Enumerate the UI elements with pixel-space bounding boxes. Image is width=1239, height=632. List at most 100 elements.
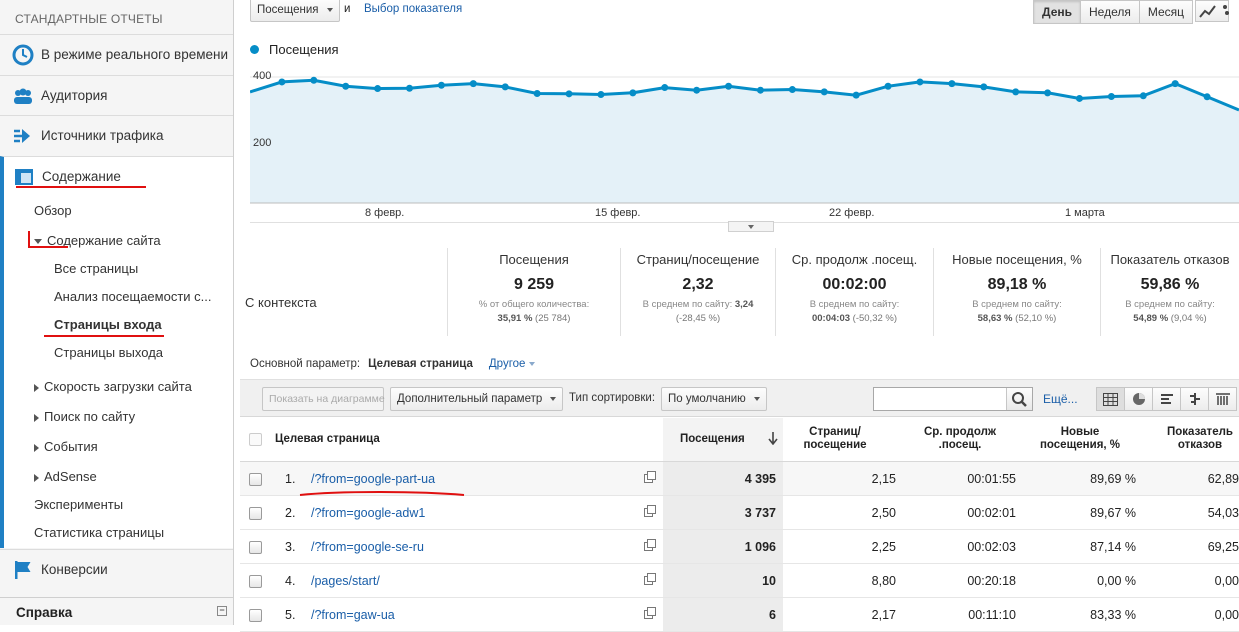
sidebar-item-landing-pages[interactable]: Страницы входа [54, 317, 162, 332]
landing-page-link[interactable]: /pages/start/ [311, 574, 380, 588]
select-all-checkbox[interactable] [249, 433, 262, 446]
secondary-dimension-select[interactable]: Дополнительный параметр [390, 387, 563, 411]
primary-dimension-other[interactable]: Другое [489, 358, 536, 370]
period-month-button[interactable]: Месяц [1138, 0, 1194, 24]
data-point[interactable] [501, 83, 509, 91]
data-point[interactable] [820, 88, 828, 96]
sidebar-item-conversions[interactable]: Конверсии [0, 549, 233, 589]
data-point[interactable] [469, 80, 477, 88]
table-row[interactable]: 5. /?from=gaw-ua 6 2,17 00:11:10 83,33 %… [240, 598, 1239, 632]
data-point[interactable] [1107, 92, 1115, 100]
data-point[interactable] [1044, 89, 1052, 97]
data-point[interactable] [342, 82, 350, 90]
row-number: 2. [285, 506, 296, 520]
sidebar-item-label: Скорость загрузки сайта [44, 379, 192, 394]
sort-desc-icon[interactable] [768, 432, 778, 445]
table-row[interactable]: 2. /?from=google-adw1 3 737 2,50 00:02:0… [240, 496, 1239, 530]
sidebar-item-overview[interactable]: Обзор [34, 203, 72, 218]
data-point[interactable] [597, 90, 605, 98]
data-point[interactable] [756, 86, 764, 94]
search-input[interactable] [877, 388, 1007, 410]
sidebar-item-content[interactable]: Содержание [0, 156, 233, 196]
data-point[interactable] [948, 80, 956, 88]
y-tick-label: 400 [253, 70, 272, 82]
scorecard-visits: Посещения 9 259 % от общего количества: … [447, 248, 620, 336]
period-day-button[interactable]: День [1033, 0, 1081, 24]
data-point[interactable] [1139, 92, 1147, 100]
sidebar-item-in-page[interactable]: Статистика страницы [34, 525, 164, 540]
sidebar-item-all-pages[interactable]: Все страницы [54, 261, 138, 276]
data-point[interactable] [1171, 80, 1179, 88]
search-button[interactable] [1006, 388, 1032, 410]
primary-dimension-current[interactable]: Целевая страница [368, 358, 473, 370]
data-point[interactable] [788, 86, 796, 94]
data-point[interactable] [661, 84, 669, 92]
view-performance-button[interactable] [1152, 387, 1181, 411]
row-checkbox[interactable] [249, 575, 262, 588]
open-page-icon[interactable] [644, 573, 656, 585]
sidebar-item-site-search[interactable]: Поиск по сайту [34, 409, 135, 424]
row-checkbox[interactable] [249, 609, 262, 622]
col-header-bounce-rate[interactable]: Показатель отказов [1160, 426, 1239, 452]
view-pie-button[interactable] [1124, 387, 1153, 411]
data-point[interactable] [693, 86, 701, 94]
chart-expand-handle[interactable] [728, 221, 774, 232]
sidebar-item-adsense[interactable]: AdSense [34, 469, 97, 484]
data-point[interactable] [374, 85, 382, 93]
table-row[interactable]: 4. /pages/start/ 10 8,80 00:20:18 0,00 %… [240, 564, 1239, 598]
open-page-icon[interactable] [644, 471, 656, 483]
view-pivot-button[interactable] [1208, 387, 1237, 411]
sidebar-item-exit-pages[interactable]: Страницы выхода [54, 345, 163, 360]
collapse-icon[interactable]: − [217, 606, 227, 616]
row-checkbox[interactable] [249, 507, 262, 520]
data-point[interactable] [565, 90, 573, 98]
data-point[interactable] [629, 89, 637, 97]
col-header-pages-per-visit[interactable]: Страниц/посещение [800, 426, 870, 452]
landing-page-link[interactable]: /?from=google-part-ua [311, 472, 435, 486]
data-point[interactable] [1203, 93, 1211, 101]
period-week-button[interactable]: Неделя [1080, 0, 1140, 24]
landing-page-link[interactable]: /?from=google-adw1 [311, 506, 425, 520]
table-row[interactable]: 3. /?from=google-se-ru 1 096 2,25 00:02:… [240, 530, 1239, 564]
sidebar-item-audience[interactable]: Аудитория [0, 75, 233, 115]
landing-page-link[interactable]: /?from=google-se-ru [311, 540, 424, 554]
col-header-avg-duration[interactable]: Ср. продолж .посещ. [920, 426, 1000, 452]
view-comparison-button[interactable] [1180, 387, 1209, 411]
sidebar-item-realtime[interactable]: В режиме реального времени [0, 34, 233, 74]
data-point[interactable] [1075, 94, 1083, 102]
help-section[interactable]: Справка − [0, 597, 233, 625]
sidebar-item-traffic[interactable]: Источники трафика [0, 115, 233, 155]
open-page-icon[interactable] [644, 505, 656, 517]
open-page-icon[interactable] [644, 607, 656, 619]
sidebar-item-content-drilldown[interactable]: Анализ посещаемости с... [54, 289, 212, 304]
data-point[interactable] [884, 82, 892, 90]
data-point[interactable] [980, 83, 988, 91]
col-header-page[interactable]: Целевая страница [275, 433, 380, 446]
data-point[interactable] [916, 78, 924, 86]
chart-type-button[interactable] [1195, 0, 1229, 22]
col-header-new-visits[interactable]: Новые посещения, % [1030, 426, 1130, 452]
metric-select[interactable]: Посещения [250, 0, 340, 22]
open-page-icon[interactable] [644, 539, 656, 551]
plot-rows-button[interactable]: Показать на диаграмме [262, 387, 385, 411]
row-checkbox[interactable] [249, 473, 262, 486]
data-point[interactable] [437, 81, 445, 89]
data-point[interactable] [725, 82, 733, 90]
data-point[interactable] [278, 78, 286, 86]
choose-metric-link[interactable]: Выбор показателя [364, 3, 462, 15]
col-header-visits[interactable]: Посещения [680, 433, 745, 446]
data-point[interactable] [310, 76, 318, 84]
advanced-filter-link[interactable]: Ещё... [1043, 392, 1078, 406]
data-point[interactable] [533, 90, 541, 97]
sidebar-item-experiments[interactable]: Эксперименты [34, 497, 123, 512]
sidebar-item-events[interactable]: События [34, 439, 98, 454]
table-row[interactable]: 1. /?from=google-part-ua 4 395 2,15 00:0… [240, 462, 1239, 496]
data-point[interactable] [406, 84, 414, 92]
sidebar-item-site-speed[interactable]: Скорость загрузки сайта [34, 379, 192, 394]
data-point[interactable] [1012, 88, 1020, 96]
view-data-button[interactable] [1096, 387, 1125, 411]
sort-type-select[interactable]: По умолчанию [661, 387, 767, 411]
data-point[interactable] [852, 91, 860, 99]
row-checkbox[interactable] [249, 541, 262, 554]
landing-page-link[interactable]: /?from=gaw-ua [311, 608, 395, 622]
